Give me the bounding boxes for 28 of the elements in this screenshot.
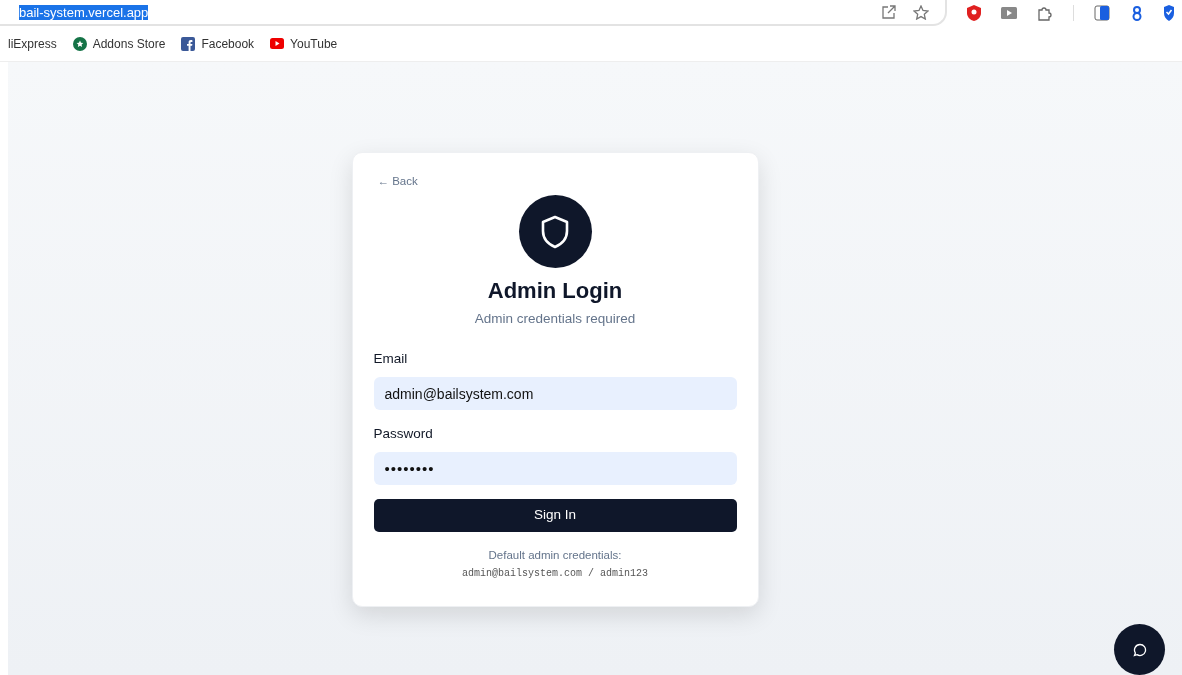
shield-icon bbox=[540, 214, 570, 249]
bookmark-link[interactable]: Facebook bbox=[181, 34, 255, 53]
shield-check-icon[interactable] bbox=[1164, 5, 1174, 21]
sign-in-button[interactable]: Sign In bbox=[373, 499, 737, 532]
shield-extension-icon[interactable] bbox=[967, 5, 981, 21]
subtitle: Admin credentials required bbox=[474, 310, 636, 328]
chat-icon bbox=[1132, 642, 1147, 657]
address-bar[interactable]: bail-system.vercel.app bbox=[0, 0, 947, 26]
facebook-icon bbox=[181, 36, 196, 51]
input-field[interactable]: •••••••• bbox=[373, 452, 737, 485]
url-text: bail-system.vercel.app bbox=[19, 4, 149, 20]
field-label: Email bbox=[373, 350, 409, 368]
bookmark-link[interactable]: liExpress bbox=[8, 34, 57, 53]
hint-text: Default admin credentials: bbox=[488, 548, 622, 563]
bookmark-link[interactable]: Addons Store bbox=[72, 34, 166, 53]
credentials-text: admin@bailsystem.com / admin123 bbox=[462, 567, 648, 581]
share-icon[interactable] bbox=[881, 5, 897, 19]
video-extension-icon[interactable] bbox=[1001, 7, 1017, 19]
star-icon[interactable] bbox=[913, 4, 929, 20]
play-icon bbox=[270, 38, 285, 49]
page-title: Admin Login bbox=[487, 277, 623, 305]
field-label: Password bbox=[373, 425, 434, 443]
back-link[interactable]: ← Back bbox=[377, 173, 418, 189]
puzzle-icon[interactable] bbox=[1037, 5, 1053, 21]
chat-button[interactable] bbox=[1114, 624, 1165, 675]
bookmark-link[interactable]: YouTube bbox=[270, 34, 338, 53]
sidebar-extension-icon[interactable] bbox=[1094, 5, 1110, 21]
input-field[interactable]: admin@bailsystem.com bbox=[373, 377, 737, 410]
